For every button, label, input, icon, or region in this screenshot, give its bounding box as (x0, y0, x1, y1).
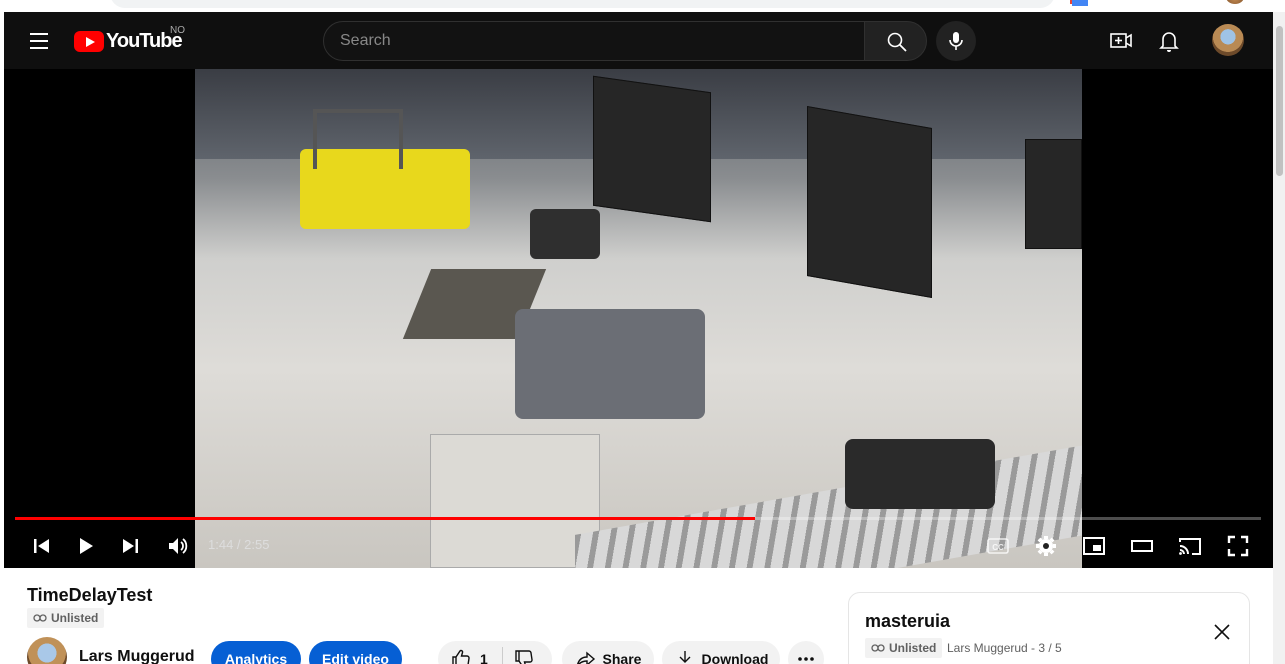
settings-button[interactable] (1028, 528, 1064, 564)
channel-avatar[interactable] (27, 637, 67, 664)
unlisted-label: Unlisted (51, 611, 99, 625)
masthead: YouTube NO (4, 12, 1273, 69)
mic-icon (949, 32, 963, 50)
bell-icon (1159, 32, 1179, 52)
download-icon (679, 651, 691, 663)
volume-button[interactable] (160, 528, 196, 564)
miniplayer-button[interactable] (1076, 528, 1112, 564)
gear-icon (1036, 536, 1056, 556)
search-icon (887, 32, 907, 52)
video-scene-partition (593, 75, 711, 223)
dislike-icon[interactable] (513, 648, 535, 664)
svg-text:CC: CC (992, 543, 1004, 552)
fullscreen-icon (1227, 535, 1249, 557)
video-scene-robot (530, 209, 600, 259)
volume-icon (169, 538, 188, 554)
subtitles-button[interactable]: CC (980, 528, 1016, 564)
video-scene-forklift-cab (313, 109, 403, 169)
notifications-button[interactable] (1154, 26, 1184, 56)
playlist-title[interactable]: masteruia (865, 611, 950, 632)
fullscreen-button[interactable] (1220, 528, 1256, 564)
search-button[interactable] (864, 21, 927, 61)
theater-mode-button[interactable] (1124, 528, 1160, 564)
edit-video-button[interactable]: Edit video (309, 641, 402, 664)
browser-profile-icon[interactable] (1226, 0, 1244, 4)
voice-search-button[interactable] (936, 21, 976, 61)
previous-button[interactable] (23, 528, 59, 564)
share-button[interactable]: Share (562, 641, 654, 664)
prev-icon (34, 539, 49, 553)
link-icon (871, 644, 885, 652)
menu-icon[interactable] (24, 26, 54, 56)
youtube-watch-page: YouTube NO Search 1:44 / 2:55 CC TimeDel… (0, 0, 1285, 664)
playlist-panel: masteruia Unlisted Lars Muggerud - 3 / 5 (848, 592, 1250, 664)
more-actions-button[interactable] (788, 641, 824, 664)
playlist-close-button[interactable] (1209, 619, 1235, 645)
create-button[interactable] (1106, 26, 1136, 56)
region-code: NO (170, 25, 185, 36)
page-scrollbar[interactable] (1273, 12, 1285, 664)
share-icon (576, 651, 595, 664)
like-count: 1 (480, 651, 488, 664)
progress-played (15, 517, 756, 520)
share-label: Share (602, 651, 642, 664)
account-avatar[interactable] (1212, 24, 1244, 56)
next-button[interactable] (113, 528, 149, 564)
play-icon (80, 538, 93, 554)
playlist-unlisted-badge: Unlisted (865, 638, 943, 658)
link-icon (33, 614, 47, 622)
youtube-play-logo-icon (74, 30, 104, 52)
playlist-unlisted-label: Unlisted (889, 641, 937, 655)
video-scene-motor (845, 439, 995, 509)
like-icon[interactable] (450, 648, 472, 664)
like-dislike-group: 1 (438, 641, 552, 664)
playlist-meta: Lars Muggerud - 3 / 5 (947, 641, 1062, 655)
unlisted-badge: Unlisted (27, 608, 105, 628)
video-player[interactable]: 1:44 / 2:55 CC (4, 69, 1273, 568)
video-scene-machine (515, 309, 705, 419)
close-icon (1214, 624, 1230, 640)
download-label: Download (701, 651, 769, 664)
cast-icon (1179, 538, 1201, 555)
video-frame[interactable] (195, 69, 1082, 568)
analytics-button[interactable]: Analytics (211, 641, 301, 664)
progress-bar[interactable] (15, 517, 1261, 520)
play-button[interactable] (68, 528, 104, 564)
download-button[interactable]: Download (662, 641, 780, 664)
cc-icon: CC (987, 538, 1009, 554)
miniplayer-icon (1083, 537, 1105, 555)
like-divider (501, 647, 503, 664)
more-icon (798, 657, 814, 661)
channel-name[interactable]: Lars Muggerud (79, 648, 195, 664)
create-icon (1110, 33, 1132, 48)
search-input[interactable] (340, 22, 850, 60)
time-display: 1:44 / 2:55 (208, 537, 270, 552)
browser-toolbar (0, 0, 1285, 12)
address-bar[interactable] (110, 0, 1055, 8)
video-title: TimeDelayTest (27, 585, 153, 605)
next-icon (123, 539, 138, 553)
search-box (323, 21, 865, 61)
player-controls: 1:44 / 2:55 CC (4, 524, 1273, 568)
extension-icon[interactable] (1072, 0, 1088, 6)
scrollbar-thumb[interactable] (1276, 26, 1283, 176)
video-scene-partition (1025, 139, 1082, 249)
video-scene-partition (807, 105, 932, 299)
theater-icon (1131, 540, 1153, 552)
youtube-logo[interactable]: YouTube (74, 28, 183, 54)
cast-button[interactable] (1172, 528, 1208, 564)
